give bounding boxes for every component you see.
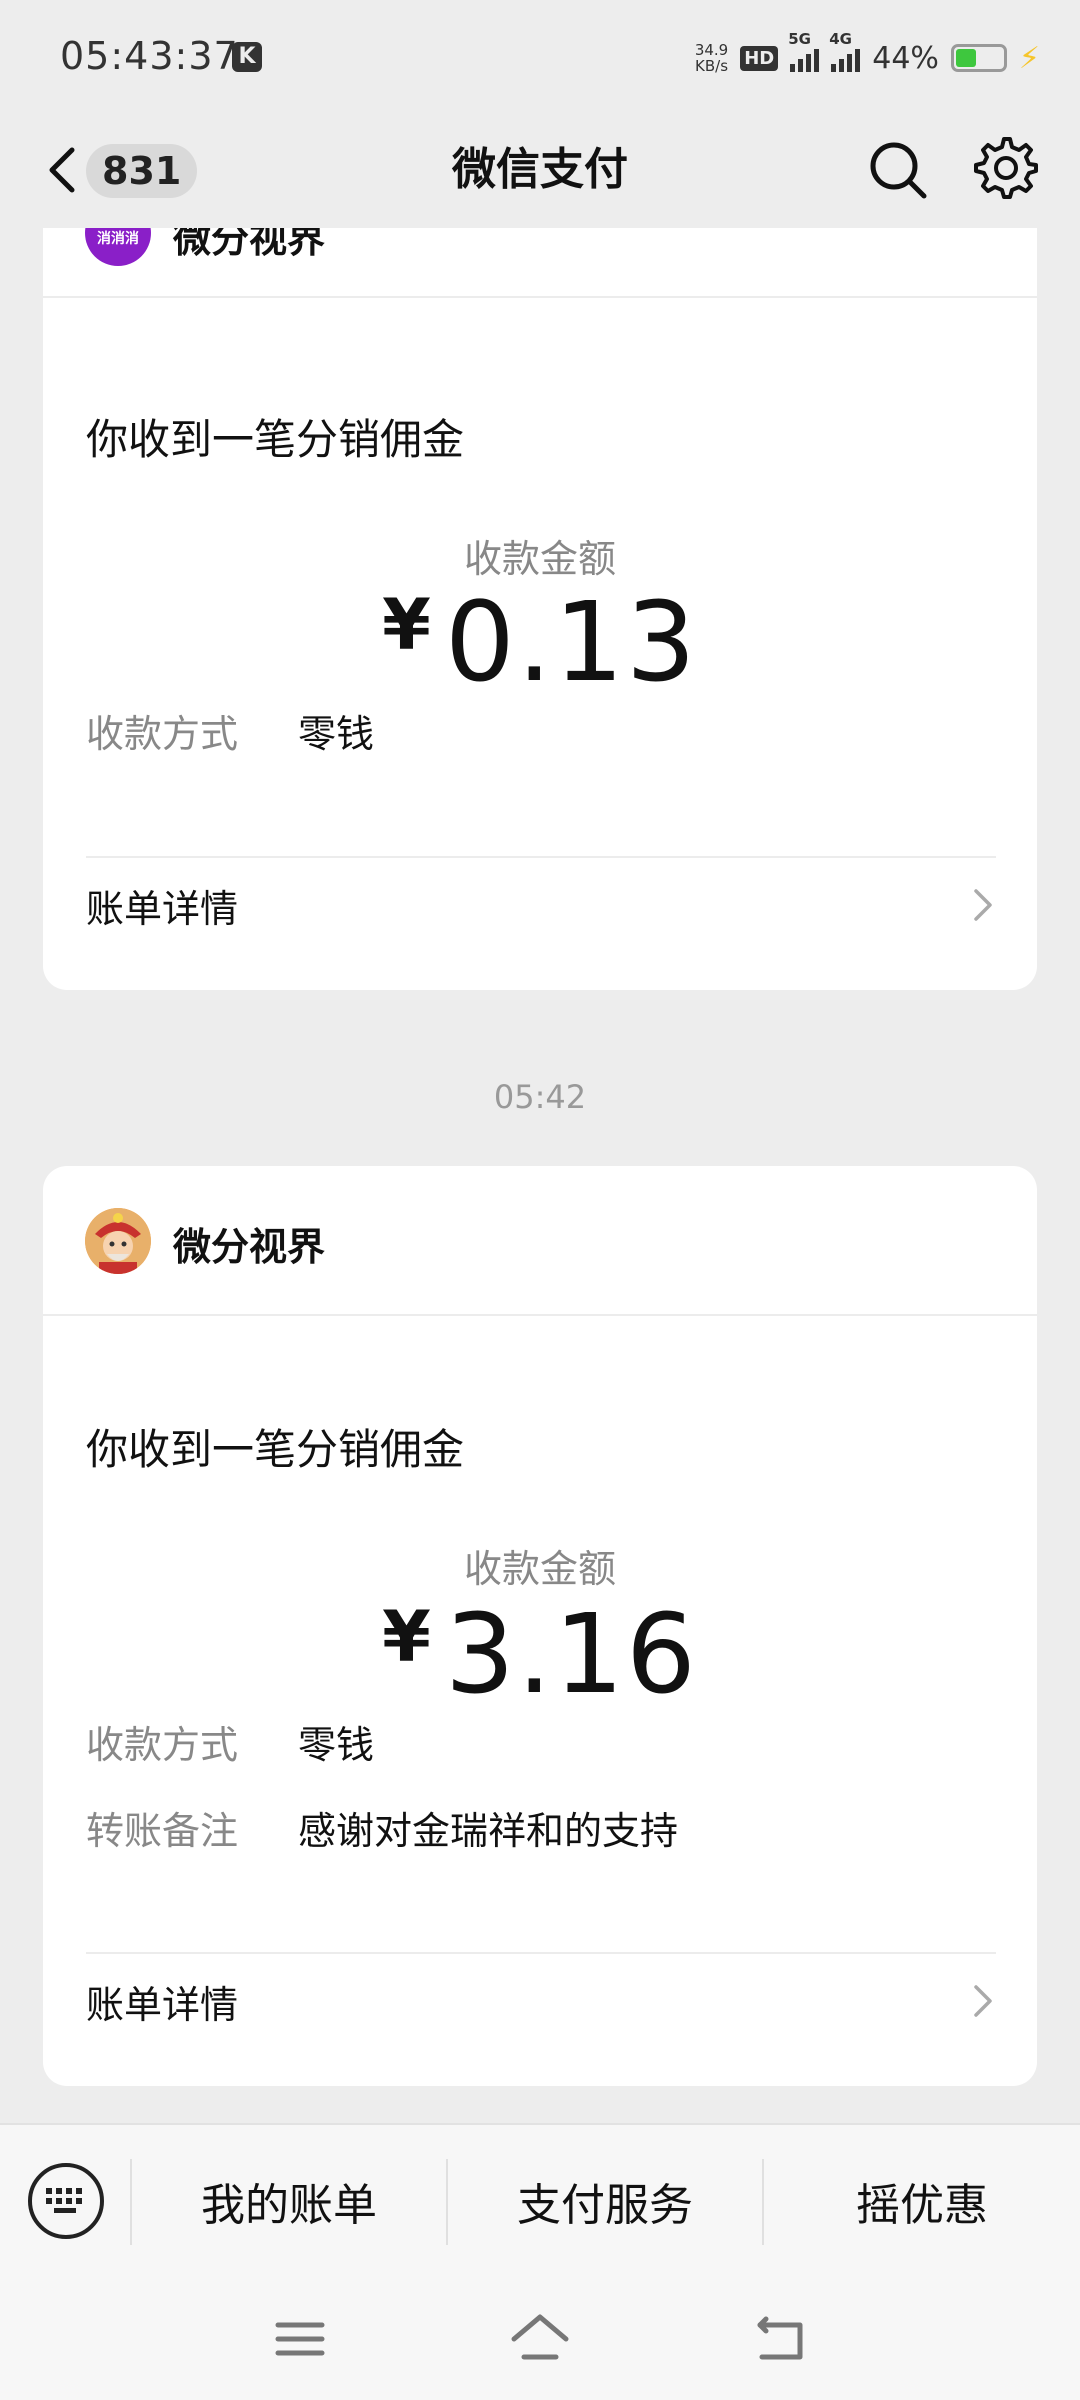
signal-4g-label: 4G: [829, 30, 852, 48]
payment-card: 消消消 微分视界 你收到一笔分销佣金 收款金额 ¥0.13 收款方式 零钱 账单…: [43, 228, 1037, 990]
transfer-note-row: 转账备注 感谢对金瑞祥和的支持: [86, 1800, 678, 1855]
system-navigation-bar: [0, 2275, 1080, 2400]
settings-button[interactable]: [970, 132, 1042, 204]
search-button[interactable]: [864, 136, 932, 204]
recent-apps-button[interactable]: [270, 2311, 330, 2367]
menu-payment-services[interactable]: 支付服务: [448, 2125, 762, 2277]
header-bar: 831 微信支付: [0, 112, 1080, 228]
merchant-name: 微分视界: [173, 228, 326, 261]
field-value: 零钱: [298, 1723, 375, 1767]
bill-details-label: 账单详情: [86, 1982, 239, 2027]
currency-symbol: ¥: [382, 1596, 431, 1678]
gear-icon: [974, 137, 1038, 199]
charging-bolt-icon: ⚡: [1018, 40, 1040, 76]
network-speed-unit: KB/s: [695, 57, 729, 75]
chevron-right-icon: [974, 889, 992, 921]
amount-number: 3.16: [444, 1590, 698, 1718]
keyboard-icon: [46, 2188, 82, 2213]
chevron-right-icon: [974, 1985, 992, 2017]
menu-shake-discounts[interactable]: 摇优惠: [764, 2125, 1080, 2277]
merchant-avatar: [85, 1208, 151, 1274]
signal-4g-icon: 4G: [829, 30, 861, 72]
search-icon: [870, 142, 927, 199]
message-title: 你收到一笔分销佣金: [86, 1425, 465, 1474]
merchant-avatar: 消消消: [85, 228, 151, 266]
bill-details-link[interactable]: 账单详情: [86, 860, 996, 950]
amount-number: 0.13: [444, 578, 698, 706]
status-bar: 05:43:37 K 34.9 KB/s HD 5G 4G 44% ⚡: [0, 0, 1080, 112]
keyboard-toggle-button[interactable]: [28, 2163, 104, 2239]
divider: [86, 856, 996, 858]
signal-5g-icon: 5G: [788, 30, 820, 72]
currency-symbol: ¥: [382, 584, 431, 666]
avatar-text: 消消消: [97, 231, 139, 247]
amount-label: 收款金额: [463, 1547, 616, 1591]
amount-label: 收款金额: [463, 537, 616, 581]
message-list[interactable]: 消消消 微分视界 你收到一笔分销佣金 收款金额 ¥0.13 收款方式 零钱 账单…: [0, 228, 1080, 2123]
menu-my-bills[interactable]: 我的账单: [132, 2125, 446, 2277]
field-key: 收款方式: [86, 712, 239, 756]
network-speed-value: 34.9: [694, 41, 729, 59]
merchant-avatar-image: [85, 1208, 151, 1274]
payment-method-row: 收款方式 零钱: [86, 703, 374, 758]
divider: [86, 1952, 996, 1954]
network-speed: 34.9 KB/s: [695, 42, 728, 74]
back-return-icon: [757, 2316, 803, 2360]
battery-icon: [950, 44, 1007, 72]
status-time: 05:43:37: [60, 34, 239, 78]
field-value: 感谢对金瑞祥和的支持: [298, 1809, 679, 1853]
status-indicators: 34.9 KB/s HD 5G 4G 44% ⚡: [695, 30, 1040, 80]
card-header[interactable]: 微分视界: [43, 1166, 1037, 1316]
merchant-name: 微分视界: [173, 1225, 326, 1269]
message-timestamp: 05:42: [493, 1078, 587, 1116]
home-button[interactable]: [510, 2311, 570, 2367]
battery-percent: 44%: [872, 40, 939, 76]
message-title: 你收到一笔分销佣金: [86, 415, 465, 464]
bottom-menu: 我的账单 支付服务 摇优惠: [0, 2123, 1080, 2275]
field-value: 零钱: [298, 712, 375, 756]
bill-details-link[interactable]: 账单详情: [86, 1956, 996, 2046]
bill-details-label: 账单详情: [86, 886, 239, 931]
signal-5g-label: 5G: [788, 30, 811, 48]
amount-value: ¥0.13: [43, 578, 1037, 706]
system-back-button[interactable]: [752, 2311, 812, 2367]
menu-lines-icon: [275, 2322, 325, 2356]
payment-card: 微分视界 你收到一笔分销佣金 收款金额 ¥3.16 收款方式 零钱 转账备注 感…: [43, 1166, 1037, 2086]
hd-icon: HD: [740, 45, 779, 71]
field-key: 收款方式: [86, 1723, 239, 1767]
payment-method-row: 收款方式 零钱: [86, 1714, 374, 1769]
card-header[interactable]: 消消消 微分视界: [43, 228, 1037, 298]
amount-value: ¥3.16: [43, 1590, 1037, 1718]
k-app-icon: K: [232, 42, 262, 72]
field-key: 转账备注: [86, 1809, 239, 1853]
home-icon: [511, 2314, 569, 2360]
